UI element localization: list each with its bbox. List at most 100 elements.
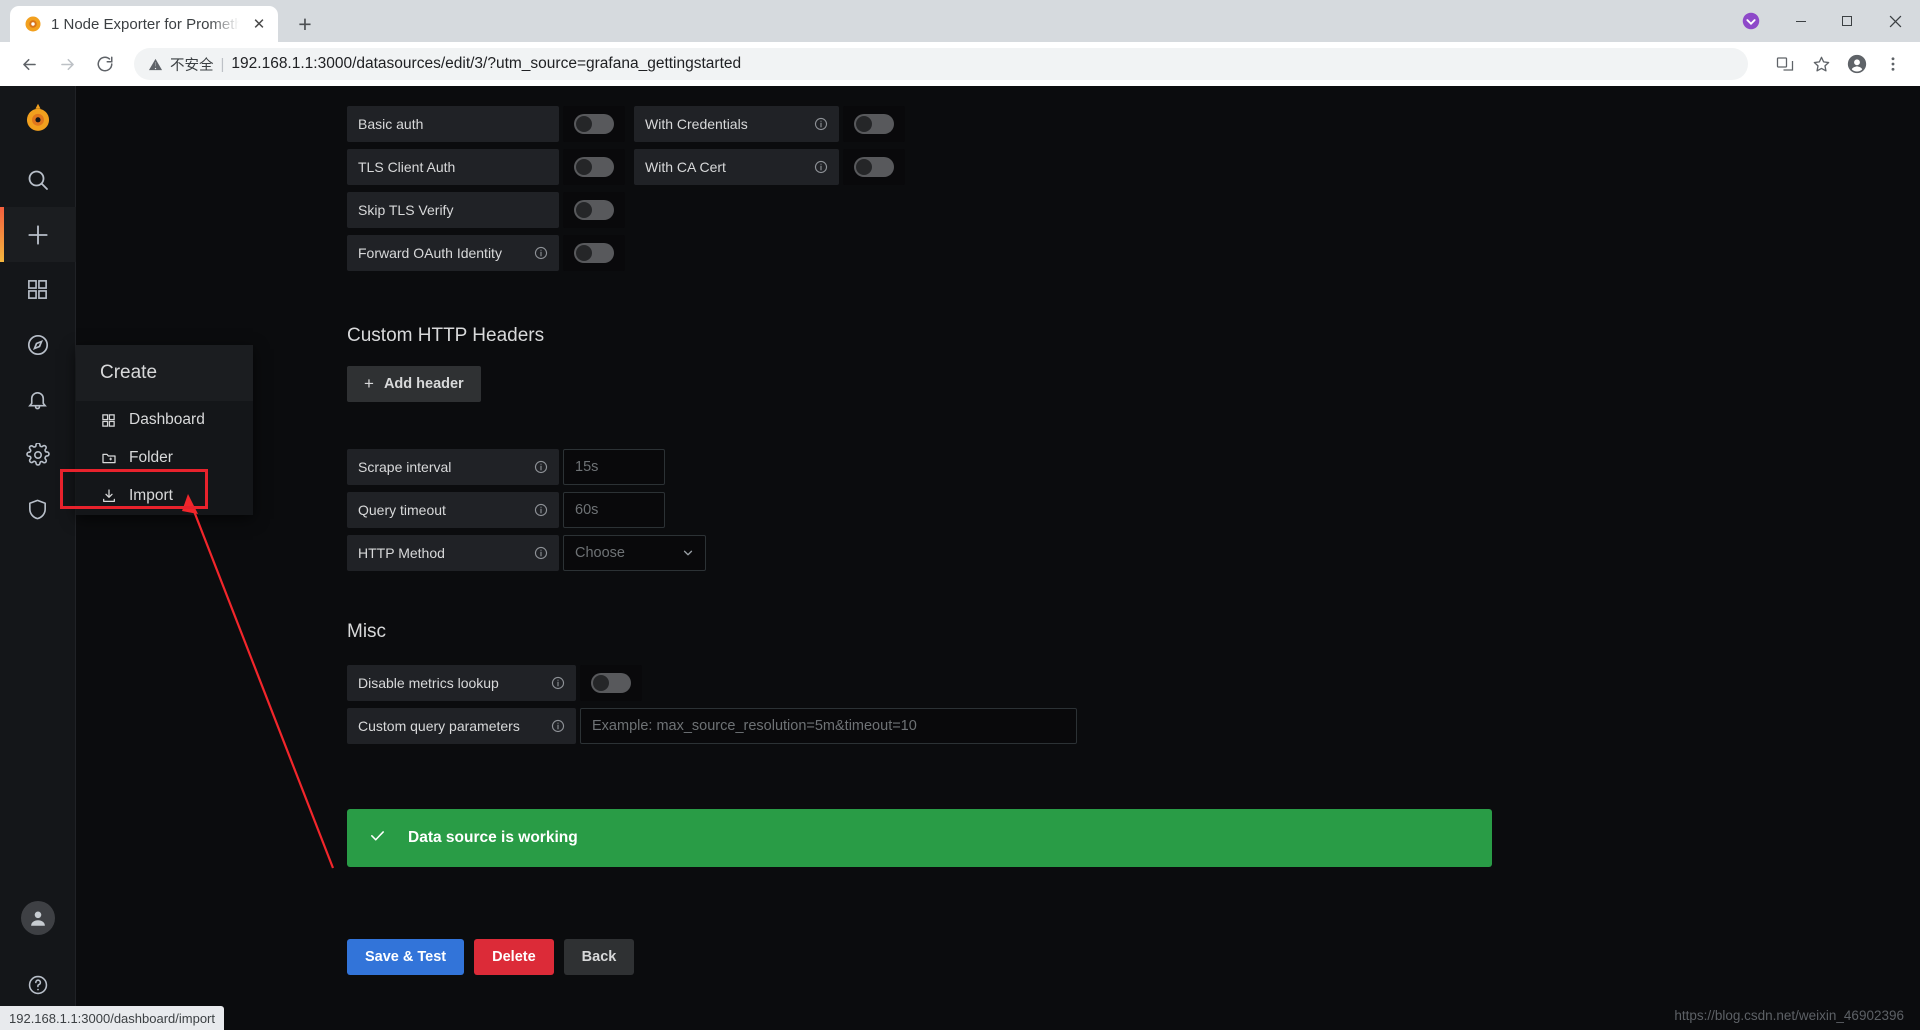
reload-icon[interactable] bbox=[88, 47, 122, 81]
create-menu-item-import[interactable]: Import bbox=[76, 477, 253, 515]
forward-oauth-identity-toggle[interactable] bbox=[563, 235, 625, 271]
form-row-custom-query-parameters: Custom query parameters Example: max_sou… bbox=[347, 708, 1920, 744]
create-menu-item-label: Import bbox=[129, 487, 173, 504]
omnibox-separator: | bbox=[220, 55, 225, 73]
chrome-profile-badge-icon[interactable] bbox=[1724, 0, 1778, 42]
browser-tab[interactable]: 1 Node Exporter for Promethe ✕ bbox=[10, 6, 278, 42]
close-icon[interactable]: ✕ bbox=[248, 13, 270, 35]
check-icon bbox=[369, 827, 386, 849]
basic-auth-label: Basic auth bbox=[347, 106, 559, 142]
translate-icon[interactable] bbox=[1770, 49, 1800, 79]
url-text: 192.168.1.1:3000/datasources/edit/3/?utm… bbox=[231, 55, 742, 72]
grafana-logo-icon[interactable] bbox=[0, 86, 76, 152]
more-menu-icon[interactable] bbox=[1878, 49, 1908, 79]
insecure-label: 不安全 bbox=[170, 57, 214, 74]
skip-tls-verify-label: Skip TLS Verify bbox=[347, 192, 559, 228]
custom-http-headers-title: Custom HTTP Headers bbox=[347, 325, 545, 346]
info-icon[interactable] bbox=[551, 676, 565, 690]
create-menu-item-folder[interactable]: Folder bbox=[76, 439, 253, 477]
basic-auth-toggle[interactable] bbox=[563, 106, 625, 142]
tab-title: 1 Node Exporter for Promethe bbox=[51, 15, 239, 33]
browser-toolbar: 不安全 | 192.168.1.1:3000/datasources/edit/… bbox=[0, 42, 1920, 86]
toolbar-actions bbox=[1760, 49, 1908, 79]
maximize-icon[interactable] bbox=[1824, 0, 1870, 42]
help-icon[interactable] bbox=[0, 957, 76, 1012]
misc-title: Misc bbox=[347, 621, 387, 642]
forward-oauth-identity-label: Forward OAuth Identity bbox=[347, 235, 559, 271]
form-row-disable-metrics-lookup: Disable metrics lookup bbox=[347, 665, 1920, 701]
sidebar-item-create[interactable] bbox=[0, 207, 76, 262]
create-menu-item-label: Folder bbox=[129, 449, 173, 466]
save-and-test-button[interactable]: Save & Test bbox=[347, 939, 465, 975]
with-ca-cert-toggle[interactable] bbox=[843, 149, 905, 185]
form-row-query-timeout: Query timeout 60s bbox=[347, 492, 1920, 528]
minimize-icon[interactable] bbox=[1778, 0, 1824, 42]
tab-strip: 1 Node Exporter for Promethe ✕ + bbox=[0, 0, 1920, 42]
form-actions: Save & Test Delete Back bbox=[347, 939, 1920, 975]
omnibox[interactable]: 不安全 | 192.168.1.1:3000/datasources/edit/… bbox=[134, 48, 1748, 80]
sidebar-item-dashboards[interactable] bbox=[0, 262, 76, 317]
watermark: https://blog.csdn.net/weixin_46902396 bbox=[1674, 1008, 1904, 1023]
back-icon[interactable] bbox=[12, 47, 46, 81]
disable-metrics-lookup-toggle[interactable] bbox=[580, 665, 642, 701]
status-badge: Data source is working bbox=[347, 809, 1492, 867]
create-menu-header: Create bbox=[76, 345, 253, 401]
custom-query-parameters-input[interactable]: Example: max_source_resolution=5m&timeou… bbox=[580, 708, 1077, 744]
grafana-favicon bbox=[24, 15, 42, 33]
delete-button[interactable]: Delete bbox=[474, 939, 554, 975]
sidebar bbox=[0, 86, 76, 1030]
create-menu-item-dashboard[interactable]: Dashboard bbox=[76, 401, 253, 439]
info-icon[interactable] bbox=[534, 546, 548, 560]
sidebar-item-search[interactable] bbox=[0, 152, 76, 207]
form-row-skip-tls-verify: Skip TLS Verify bbox=[347, 192, 1920, 228]
query-timeout-input[interactable]: 60s bbox=[563, 492, 665, 528]
sidebar-item-explore[interactable] bbox=[0, 317, 76, 372]
info-icon[interactable] bbox=[814, 160, 828, 174]
sidebar-item-alerting[interactable] bbox=[0, 372, 76, 427]
new-tab-button[interactable]: + bbox=[288, 7, 322, 41]
status-bar-link-preview: 192.168.1.1:3000/dashboard/import bbox=[0, 1006, 224, 1030]
info-icon[interactable] bbox=[534, 460, 548, 474]
info-icon[interactable] bbox=[534, 246, 548, 260]
chevron-down-icon bbox=[681, 546, 695, 560]
info-icon[interactable] bbox=[534, 503, 548, 517]
dashboard-icon bbox=[100, 412, 117, 429]
sidebar-item-configuration[interactable] bbox=[0, 427, 76, 482]
bookmark-star-icon[interactable] bbox=[1806, 49, 1836, 79]
form-row-tls-client-auth: TLS Client Auth With CA Cert bbox=[347, 149, 1920, 185]
sidebar-item-server-admin[interactable] bbox=[0, 482, 76, 537]
custom-query-parameters-label: Custom query parameters bbox=[347, 708, 576, 744]
window-close-icon[interactable] bbox=[1870, 0, 1920, 42]
import-download-icon bbox=[100, 488, 117, 505]
forward-icon[interactable] bbox=[50, 47, 84, 81]
profile-icon[interactable] bbox=[1842, 49, 1872, 79]
window-controls bbox=[1724, 0, 1920, 42]
disable-metrics-lookup-label: Disable metrics lookup bbox=[347, 665, 576, 701]
scrape-interval-label: Scrape interval bbox=[347, 449, 559, 485]
grafana-app: Create Dashboard Folder Import Basic aut… bbox=[0, 86, 1920, 1030]
info-icon[interactable] bbox=[551, 719, 565, 733]
insecure-warning-icon bbox=[148, 57, 163, 72]
folder-plus-icon bbox=[100, 450, 117, 467]
http-method-label: HTTP Method bbox=[347, 535, 559, 571]
http-method-select[interactable]: Choose bbox=[563, 535, 706, 571]
info-icon[interactable] bbox=[814, 117, 828, 131]
scrape-interval-placeholder: 15s bbox=[575, 459, 599, 475]
skip-tls-verify-toggle[interactable] bbox=[563, 192, 625, 228]
http-method-value: Choose bbox=[575, 545, 625, 561]
tls-client-auth-label: TLS Client Auth bbox=[347, 149, 559, 185]
browser-chrome: 1 Node Exporter for Promethe ✕ + 不安全 | 1… bbox=[0, 0, 1920, 86]
back-button[interactable]: Back bbox=[563, 939, 635, 975]
custom-query-parameters-placeholder: Example: max_source_resolution=5m&timeou… bbox=[592, 718, 917, 734]
status-message: Data source is working bbox=[408, 829, 578, 846]
add-header-button[interactable]: + Add header bbox=[347, 366, 481, 402]
tls-client-auth-toggle[interactable] bbox=[563, 149, 625, 185]
avatar[interactable] bbox=[20, 901, 55, 935]
scrape-interval-input[interactable]: 15s bbox=[563, 449, 665, 485]
query-timeout-label: Query timeout bbox=[347, 492, 559, 528]
datasource-settings-form: Basic auth With Credentials TLS Client A… bbox=[76, 86, 1920, 1030]
form-row-forward-oauth-identity: Forward OAuth Identity bbox=[347, 235, 1920, 271]
with-credentials-toggle[interactable] bbox=[843, 106, 905, 142]
add-header-label: Add header bbox=[383, 376, 464, 392]
form-row-scrape-interval: Scrape interval 15s bbox=[347, 449, 1920, 485]
